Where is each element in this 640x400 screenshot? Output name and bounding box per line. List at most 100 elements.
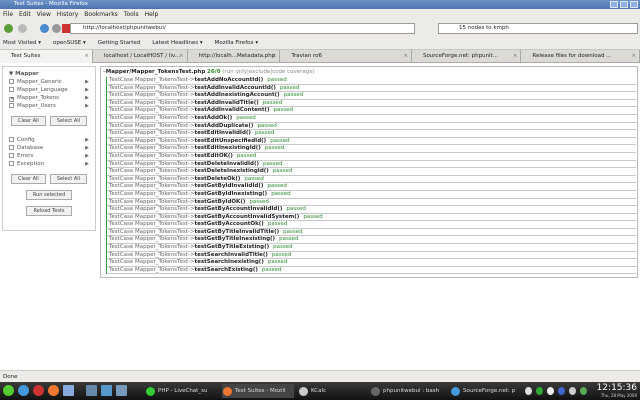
forward-icon[interactable] [18,24,27,33]
sidebar-item[interactable]: Database ▶ [3,144,95,152]
tab-item[interactable]: localhost / LocalHOST / liv... × [93,50,188,63]
tab-close-icon[interactable]: × [84,50,89,62]
clear-all-button[interactable]: Clear All [10,116,46,126]
menu-bookmarks[interactable]: Bookmarks [84,9,118,20]
sidebar-item[interactable]: Exception ▶ [3,160,95,168]
tray-icon[interactable] [525,387,532,395]
taskbar-item[interactable]: PHP - LiveChat_su [145,384,217,398]
test-row: TestCase Mapper_TokensTest->testAddInval… [107,107,636,115]
clear-all-button-2[interactable]: Clear All [10,174,46,184]
app-icon [223,387,232,396]
tab-close-icon[interactable]: × [631,50,636,62]
stop-icon[interactable] [52,24,61,33]
chevron-right-icon[interactable]: ▶ [85,78,89,86]
taskbar-item[interactable]: KCalc [298,384,370,398]
tab-close-icon[interactable]: × [272,50,277,62]
bookmark-item[interactable]: Getting Started [98,36,141,49]
taskbar-item[interactable]: Test Suites - Mozill [222,384,294,398]
chevron-right-icon[interactable]: ▶ [85,94,89,102]
launcher-icon[interactable] [3,385,14,396]
menu-file[interactable]: File [3,9,13,20]
sidebar-item-label: Mapper_Generic [17,79,62,85]
test-row: TestCase Mapper_TokensTest->testGetByIdO… [107,199,636,207]
bookmark-item[interactable]: Latest Headlines ▾ [152,36,202,49]
tray-icon[interactable] [569,387,576,395]
run-selected-button[interactable]: Run selected [25,190,73,200]
minimize-button[interactable] [610,1,618,8]
checkbox[interactable] [9,152,14,158]
bookmark-item[interactable]: openSUSE ▾ [53,36,86,49]
tab-close-icon[interactable]: × [179,50,184,62]
taskbar-item[interactable]: phpunitwebui : bash [370,384,442,398]
checkbox[interactable] [9,144,14,150]
launcher-icon[interactable] [86,385,97,396]
tab-item[interactable]: http://localh...Metadata.php × [188,50,281,63]
reload-icon[interactable] [40,24,49,33]
taskbar-item[interactable]: SourceForge.net: p [450,384,522,398]
launcher-icon[interactable] [101,385,112,396]
chevron-right-icon[interactable]: ▶ [85,86,89,94]
tab-close-icon[interactable]: × [403,50,408,62]
menu-view[interactable]: View [37,9,51,20]
menu-help[interactable]: Help [145,9,159,20]
bookmark-item[interactable]: Most Visited ▾ [3,36,41,49]
test-class: TestCase Mapper_TokensTest-> [109,114,195,121]
tab-item[interactable]: Travian ro6 × [280,50,412,63]
close-button[interactable] [630,1,638,8]
taskbar: 12:15:36 Thu, 28 May 2009 PHP - LiveChat_… [0,382,640,400]
checkbox[interactable] [9,160,14,166]
sidebar-item[interactable]: ✕ Mapper_Tokens ▶ [3,94,95,102]
checkbox[interactable] [9,86,14,92]
sidebar-item-label: Exception [17,161,45,167]
select-all-button-2[interactable]: Select All [49,174,88,184]
test-class: TestCase Mapper_TokensTest-> [109,107,195,114]
menu-history[interactable]: History [57,9,78,20]
suite-links[interactable]: (run only|exclude|code coverage) [222,69,315,75]
sidebar-item[interactable]: Mapper_Users ▶ [3,102,95,110]
launcher-icon[interactable] [116,385,127,396]
suite-file[interactable]: Mapper/Mapper_TokensTest.php [106,69,206,75]
tab-item[interactable]: SourceForge.net: phpunit... × [412,50,522,63]
select-all-button[interactable]: Select All [49,116,88,126]
chevron-right-icon[interactable]: ▶ [85,144,89,152]
test-class: TestCase Mapper_TokensTest-> [109,137,195,144]
launcher-icon[interactable] [18,385,29,396]
sidebar-item[interactable]: Mapper_Language ▶ [3,86,95,94]
app-icon [299,387,308,396]
back-icon[interactable] [4,24,13,33]
tray-icon[interactable] [536,387,543,395]
search-input[interactable]: 15 nodes to kmph [438,23,638,34]
url-input[interactable]: http://localhost/phpunitwebui/ [70,23,415,34]
chevron-right-icon[interactable]: ▶ [85,136,89,144]
chevron-right-icon[interactable]: ▶ [85,160,89,168]
launcher-icon[interactable] [48,385,59,396]
tab-item[interactable]: Release files for download ... × [521,50,640,63]
tab-item[interactable]: Test Suites × [0,50,93,63]
checkbox[interactable]: ✕ [9,96,14,102]
chevron-right-icon[interactable]: ▶ [85,152,89,160]
maximize-button[interactable] [620,1,628,8]
sidebar-item-label: Mapper_Tokens [17,95,60,101]
launcher-icon[interactable] [63,385,74,396]
launcher-icon[interactable] [33,385,44,396]
sidebar-item[interactable]: Errors ▶ [3,152,95,160]
checkbox[interactable] [9,136,14,142]
test-row: TestCase Mapper_TokensTest->testGetByTit… [107,236,636,245]
checkbox[interactable] [9,78,14,84]
test-class: TestCase Mapper_TokensTest-> [109,145,195,152]
menu-tools[interactable]: Tools [124,9,139,20]
tray-icon[interactable] [580,387,587,395]
reload-tests-button[interactable]: Reload Tests [26,206,72,216]
tray-icon[interactable] [558,387,565,395]
group-mapper[interactable]: ▼ Mapper [3,70,95,78]
sidebar-item[interactable]: Mapper_Generic ▶ [3,78,95,86]
menu-edit[interactable]: Edit [19,9,31,20]
test-class: TestCase Mapper_TokensTest-> [109,183,195,190]
window-controls [610,1,638,8]
tray-icon[interactable] [547,387,554,395]
sidebar-item[interactable]: Config ▶ [3,136,95,144]
chevron-right-icon[interactable]: ▶ [85,102,89,110]
checkbox[interactable] [9,102,14,108]
tab-close-icon[interactable]: × [513,50,518,62]
bookmark-item[interactable]: Mozilla Firefox ▾ [215,36,258,49]
